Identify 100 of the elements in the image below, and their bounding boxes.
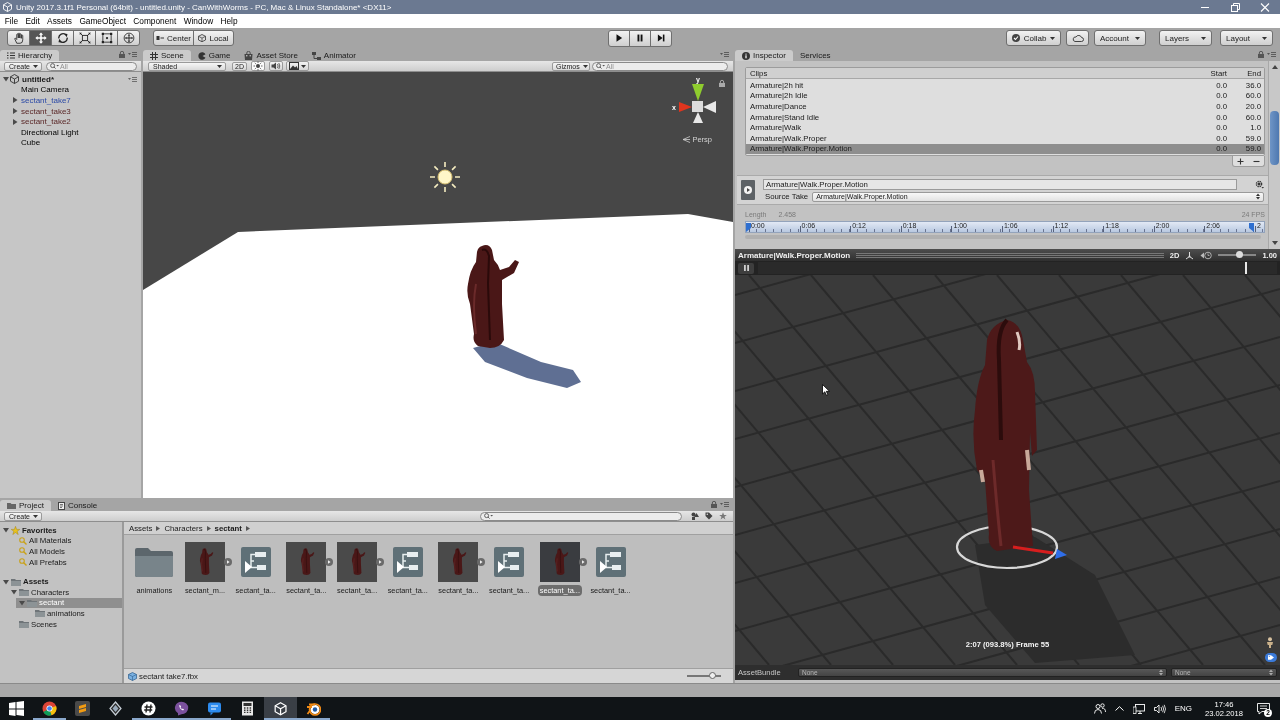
disclosure-triangle-icon[interactable] xyxy=(3,76,9,83)
hierarchy-item[interactable]: Directional Light xyxy=(19,127,79,137)
panel-tab[interactable]: Project xyxy=(0,500,51,511)
hierarchy-item[interactable]: sectant_take3 xyxy=(19,106,71,116)
pivot-icon[interactable] xyxy=(1185,250,1195,260)
tool-button[interactable] xyxy=(73,30,96,46)
menu-item[interactable]: File xyxy=(1,16,22,26)
lock-icon[interactable] xyxy=(719,79,725,87)
disclosure-triangle-icon[interactable] xyxy=(12,108,18,115)
hierarchy-item[interactable]: sectant_take7 xyxy=(19,96,71,105)
disclosure-triangle-icon[interactable] xyxy=(19,599,25,606)
speed-icon[interactable] xyxy=(1200,250,1213,260)
effects-toggle[interactable] xyxy=(285,61,309,71)
play-tile-icon[interactable] xyxy=(741,180,755,201)
network-icon[interactable] xyxy=(1132,703,1145,714)
slider-thumb[interactable] xyxy=(1235,251,1243,258)
menu-item[interactable]: Assets xyxy=(43,16,76,26)
down-arrow-icon[interactable] xyxy=(1271,241,1278,245)
scrollbar-thumb[interactable] xyxy=(1270,111,1279,165)
hierarchy-item[interactable]: Cube xyxy=(19,138,41,148)
hierarchy-item[interactable]: Main Camera xyxy=(19,85,69,95)
lock-icon[interactable] xyxy=(119,51,125,58)
toolbar-dropdown[interactable]: Layout xyxy=(1220,30,1273,46)
disclosure-triangle-icon[interactable] xyxy=(3,578,9,585)
menu-item[interactable]: Component xyxy=(129,16,180,26)
panel-tab[interactable]: Game xyxy=(190,50,238,61)
play-circle-icon[interactable] xyxy=(477,558,486,566)
preview-title: Armature|Walk.Proper.Motion xyxy=(738,250,851,260)
disclosure-triangle-icon[interactable] xyxy=(12,97,18,104)
menu-item[interactable]: Help xyxy=(216,16,242,26)
panel-tab[interactable]: Asset Store xyxy=(237,50,305,61)
search-field[interactable] xyxy=(480,511,682,521)
playhead[interactable] xyxy=(1244,262,1247,274)
tool-button[interactable] xyxy=(7,30,30,46)
favorite-button[interactable] xyxy=(717,511,729,521)
play-circle-icon[interactable] xyxy=(376,558,385,566)
pause-button[interactable] xyxy=(629,29,651,47)
tool-button[interactable] xyxy=(51,30,74,46)
up-arrow-icon[interactable] xyxy=(1271,65,1278,69)
play-circle-icon[interactable] xyxy=(578,558,587,566)
search-icon xyxy=(596,63,605,69)
chevron-up-icon[interactable] xyxy=(1114,706,1124,711)
menu-item[interactable]: GameObject xyxy=(75,16,130,26)
menu-icon[interactable] xyxy=(128,76,137,82)
disclosure-triangle-icon[interactable] xyxy=(3,527,9,534)
tool-button[interactable] xyxy=(95,30,118,46)
hierarchy-item[interactable]: sectant_take2 xyxy=(19,117,71,127)
model-preview-drawing xyxy=(438,542,479,582)
taskbar-button[interactable] xyxy=(264,697,297,720)
plus-icon[interactable] xyxy=(1237,157,1245,165)
lock-icon[interactable] xyxy=(1258,51,1264,58)
sun-icon[interactable] xyxy=(429,161,461,193)
pivot-button[interactable]: Local xyxy=(193,30,234,46)
audio-toggle[interactable] xyxy=(268,61,283,71)
panel-tab[interactable]: Inspector xyxy=(735,50,793,61)
panel-tab[interactable]: Animator xyxy=(304,50,363,61)
tool-button[interactable] xyxy=(117,30,140,46)
people-icon[interactable] xyxy=(1093,703,1106,714)
menu-item[interactable]: Window xyxy=(179,16,217,26)
panel-tab[interactable]: Console xyxy=(50,500,105,511)
play-circle-icon[interactable] xyxy=(325,558,334,566)
menu-icon[interactable] xyxy=(720,502,729,507)
avatar-icon[interactable] xyxy=(1266,637,1274,648)
lighting-toggle[interactable] xyxy=(250,61,265,71)
end-marker-icon[interactable] xyxy=(1249,223,1254,233)
gear-icon[interactable] xyxy=(1255,179,1264,189)
lock-icon[interactable] xyxy=(711,501,717,508)
start-marker-icon[interactable] xyxy=(746,223,751,233)
pivot-button[interactable]: Center xyxy=(153,30,194,46)
panel-tab[interactable]: Hierarchy xyxy=(0,50,60,61)
language-indicator[interactable]: ENG xyxy=(1174,704,1192,713)
filter-label-button[interactable] xyxy=(703,511,715,521)
resize-grip[interactable] xyxy=(856,252,1164,258)
speaker-icon[interactable] xyxy=(1153,703,1166,714)
menu-icon[interactable] xyxy=(128,52,137,57)
toolbar-dropdown[interactable]: Layers xyxy=(1159,30,1212,46)
menu-icon[interactable] xyxy=(720,52,729,57)
slider-thumb[interactable] xyxy=(709,672,716,679)
play-button[interactable] xyxy=(608,29,630,47)
vertical-scrollbar[interactable] xyxy=(1268,61,1280,249)
toolbar-dropdown[interactable]: Account xyxy=(1094,30,1146,46)
disclosure-triangle-icon[interactable] xyxy=(12,118,18,125)
scene-item[interactable]: untitled* xyxy=(20,74,54,84)
menu-item[interactable]: Edit xyxy=(21,16,44,26)
filter-type-button[interactable] xyxy=(689,511,701,521)
pause-button[interactable] xyxy=(738,262,754,274)
tool-button[interactable] xyxy=(29,30,52,46)
tag-icon[interactable] xyxy=(1265,653,1277,662)
transform-icon xyxy=(122,32,135,44)
collab-dropdown[interactable]: Collab xyxy=(1006,30,1061,46)
cloud-button[interactable] xyxy=(1066,30,1089,46)
step-button[interactable] xyxy=(650,29,672,47)
step-icon xyxy=(656,33,666,43)
play-circle-icon[interactable] xyxy=(224,558,233,566)
axis-arrows-drawing[interactable] xyxy=(1012,545,1067,559)
menu-icon[interactable] xyxy=(1267,52,1276,57)
panel-tab[interactable]: Scene xyxy=(143,50,191,61)
orientation-gizmo-drawing[interactable] xyxy=(679,84,716,123)
panel-tab[interactable]: Services xyxy=(792,50,838,61)
disclosure-triangle-icon[interactable] xyxy=(11,589,17,596)
